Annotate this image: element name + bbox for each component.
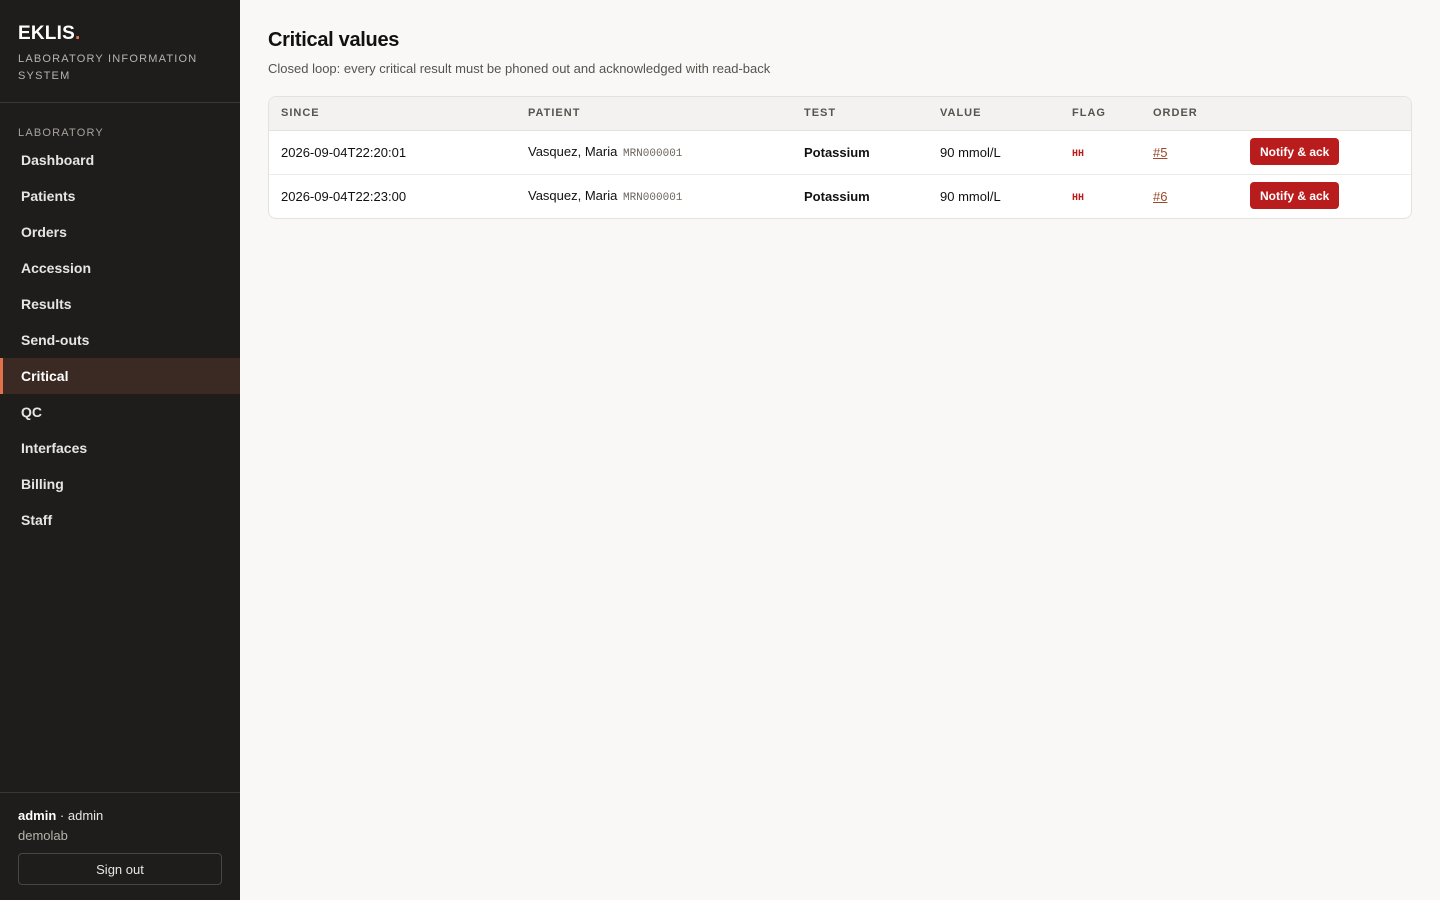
page-subtitle: Closed loop: every critical result must … — [268, 61, 771, 76]
cell-test: Potassium — [792, 130, 928, 175]
brand-logo[interactable]: EKLIS. — [18, 24, 222, 44]
sidebar-item-label: Patients — [21, 188, 76, 204]
cell-value: 90 mmol/L — [928, 130, 1060, 175]
column-header-action — [1238, 97, 1411, 131]
critical-flag-badge: HH — [1072, 193, 1085, 205]
cell-action: Notify & ack — [1238, 174, 1411, 218]
cell-order: #5 — [1141, 130, 1238, 175]
cell-value: 90 mmol/L — [940, 188, 1001, 204]
brand-dot: . — [74, 23, 81, 44]
order-link[interactable]: #6 — [1153, 189, 1167, 204]
column-header-since: Since — [269, 97, 516, 131]
sidebar-item-label: Results — [21, 296, 72, 312]
cell-patient: Vasquez, Maria MRN000001 — [516, 130, 792, 175]
sidebar-item-label: Billing — [21, 476, 64, 492]
sidebar-item-label: QC — [21, 404, 42, 420]
column-header-patient: Patient — [516, 97, 792, 131]
critical-values-card: Since Patient Test Value Flag Order 2026… — [268, 96, 1412, 219]
cell-since: 2026-09-04T22:20:01 — [269, 130, 516, 175]
table-row: 2026-09-04T22:20:01 Vasquez, Maria MRN00… — [269, 130, 1411, 175]
sidebar-item-qc[interactable]: QC — [0, 394, 240, 430]
sidebar-item-label: Accession — [21, 260, 92, 276]
critical-flag-badge: HH — [1072, 149, 1085, 160]
critical-values-table: Since Patient Test Value Flag Order 2026… — [269, 97, 1411, 218]
user-identity: admin · admin — [18, 807, 222, 825]
cell-order: #6 — [1141, 174, 1238, 218]
sidebar-item-results[interactable]: Results — [0, 286, 240, 322]
sidebar-nav: Dashboard Patients Orders Accession Resu… — [0, 142, 240, 538]
brand: EKLIS. Laboratory Information System — [0, 0, 240, 103]
cell-action: Notify & ack — [1238, 130, 1411, 175]
column-header-flag: Flag — [1060, 97, 1141, 131]
sidebar-item-label: Send-outs — [21, 332, 90, 348]
notify-ack-button[interactable]: Notify & ack — [1250, 138, 1340, 165]
sidebar-item-staff[interactable]: Staff — [0, 502, 240, 538]
cell-patient: Vasquez, Maria MRN000001 — [516, 174, 792, 218]
sign-out-button[interactable]: Sign out — [18, 853, 222, 885]
table-body: 2026-09-04T22:20:01 Vasquez, Maria MRN00… — [269, 130, 1411, 218]
user-name: admin — [18, 808, 57, 823]
table-header-row: Since Patient Test Value Flag Order — [269, 97, 1411, 131]
patient-name: Vasquez, Maria — [528, 188, 618, 204]
sidebar-item-patients[interactable]: Patients — [0, 178, 240, 214]
cell-flag: HH — [1060, 130, 1141, 175]
cell-flag: HH — [1060, 174, 1141, 218]
sidebar-item-label: Staff — [21, 512, 53, 528]
notify-ack-button[interactable]: Notify & ack — [1250, 182, 1340, 210]
column-header-value: Value — [928, 97, 1060, 131]
sidebar: EKLIS. Laboratory Information System Lab… — [0, 0, 240, 900]
cell-since: 2026-09-04T22:23:00 — [281, 188, 407, 204]
sidebar-item-billing[interactable]: Billing — [0, 466, 240, 502]
user-org: demolab — [18, 828, 68, 843]
table-header: Since Patient Test Value Flag Order — [269, 97, 1411, 131]
sidebar-item-send-outs[interactable]: Send-outs — [0, 322, 240, 358]
nav-section-label: Laboratory — [18, 127, 104, 139]
sidebar-item-orders[interactable]: Orders — [0, 214, 240, 250]
table-row: 2026-09-04T22:23:00 Vasquez, Maria MRN00… — [269, 174, 1411, 218]
main-content: Critical values Closed loop: every criti… — [240, 0, 1440, 900]
app-root: EKLIS. Laboratory Information System Lab… — [0, 0, 1440, 900]
sidebar-item-label: Interfaces — [21, 440, 88, 456]
column-header-order: Order — [1141, 97, 1238, 131]
patient-mrn: MRN000001 — [622, 148, 683, 160]
user-panel: admin · admin demolab Sign out — [0, 792, 240, 900]
patient-name: Vasquez, Maria — [528, 144, 618, 159]
sidebar-item-critical[interactable]: Critical — [0, 358, 240, 394]
user-separator: · — [56, 808, 68, 823]
brand-subtitle: Laboratory Information System — [18, 53, 198, 82]
user-role: admin — [67, 808, 104, 823]
sidebar-item-label: Dashboard — [21, 152, 95, 168]
sidebar-item-interfaces[interactable]: Interfaces — [0, 430, 240, 466]
sidebar-item-accession[interactable]: Accession — [0, 250, 240, 286]
page-title: Critical values — [268, 29, 400, 51]
sidebar-item-label: Critical — [21, 368, 69, 384]
brand-name: EKLIS — [18, 23, 75, 44]
sidebar-item-dashboard[interactable]: Dashboard — [0, 142, 240, 178]
patient-mrn: MRN000001 — [622, 192, 683, 205]
order-link[interactable]: #5 — [1153, 145, 1167, 160]
column-header-test: Test — [792, 97, 928, 131]
sidebar-item-label: Orders — [21, 224, 67, 240]
cell-test: Potassium — [804, 188, 870, 204]
